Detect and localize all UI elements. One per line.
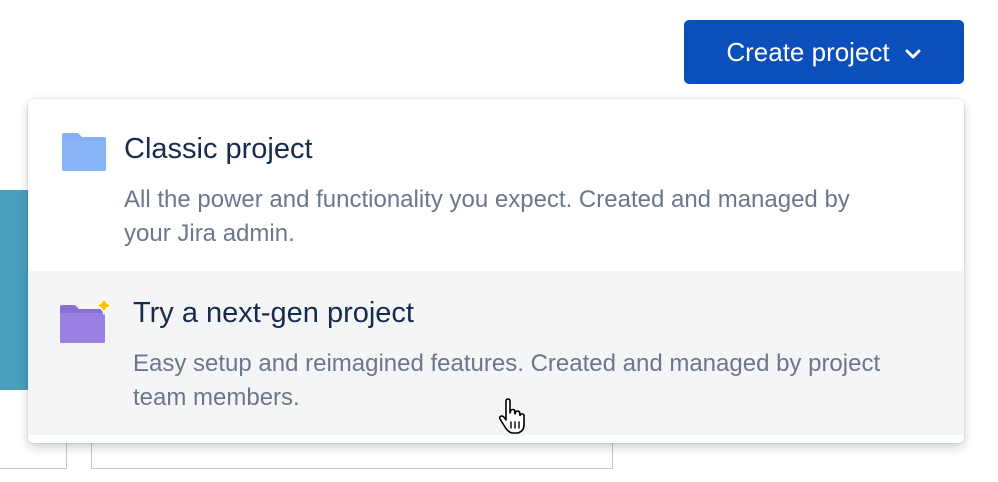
chevron-down-icon: [904, 45, 922, 63]
menu-item-next-gen-project[interactable]: Try a next-gen project Easy setup and re…: [28, 271, 964, 435]
menu-item-title: Classic project: [124, 133, 313, 165]
hand-pointer-cursor-icon: [497, 398, 531, 436]
background-project-card: [0, 190, 28, 390]
folder-icon: [60, 131, 108, 173]
menu-item-description: All the power and functionality you expe…: [124, 186, 850, 247]
menu-item-title: Try a next-gen project: [133, 297, 414, 329]
create-project-button[interactable]: Create project: [684, 20, 964, 84]
sparkle-folder-icon: [58, 295, 118, 345]
create-project-label: Create project: [726, 36, 890, 67]
create-project-dropdown: Classic project All the power and functi…: [28, 99, 964, 443]
menu-item-classic-project[interactable]: Classic project All the power and functi…: [28, 99, 964, 271]
